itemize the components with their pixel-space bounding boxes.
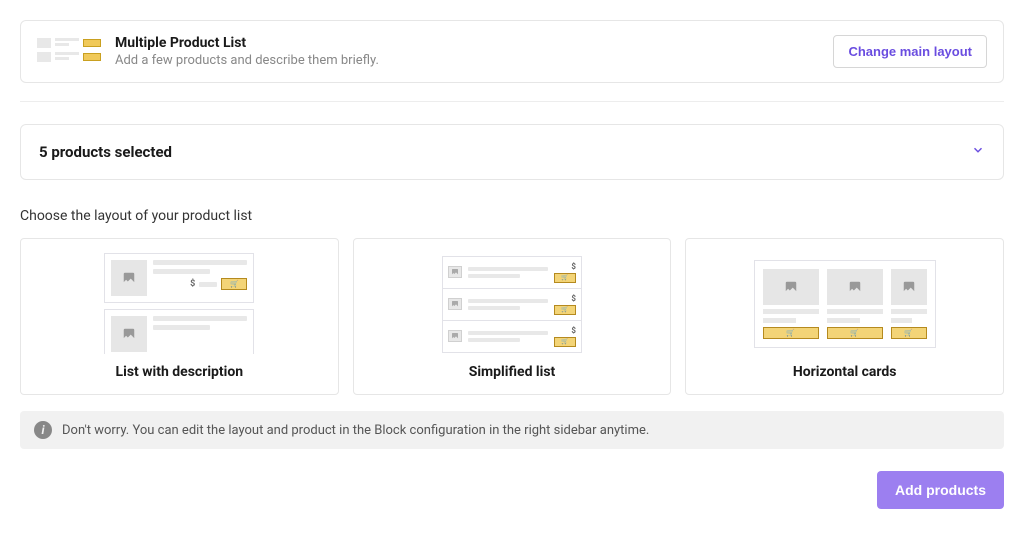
layout-header-text: Multiple Product List Add a few products… bbox=[115, 35, 819, 68]
image-placeholder-icon bbox=[827, 269, 883, 305]
info-icon: i bbox=[34, 421, 52, 439]
layout-option-name: Simplified list bbox=[469, 364, 556, 380]
image-placeholder-icon bbox=[111, 260, 147, 296]
chevron-down-icon bbox=[971, 143, 985, 161]
cart-button-icon: 🛒 bbox=[891, 327, 927, 339]
layout-option-simplified-list[interactable]: $ 🛒 $ 🛒 $ 🛒 Simplified list bbox=[353, 238, 672, 395]
layout-title: Multiple Product List bbox=[115, 35, 819, 51]
cart-button-icon: 🛒 bbox=[554, 337, 576, 347]
footer-actions: Add products bbox=[20, 471, 1004, 509]
info-banner: i Don't worry. You can edit the layout a… bbox=[20, 411, 1004, 449]
add-products-button[interactable]: Add products bbox=[877, 471, 1004, 509]
info-text: Don't worry. You can edit the layout and… bbox=[62, 423, 649, 438]
layout-header-card: Multiple Product List Add a few products… bbox=[20, 20, 1004, 83]
cart-button-icon: 🛒 bbox=[763, 327, 819, 339]
image-placeholder-icon bbox=[111, 316, 147, 352]
image-placeholder-icon bbox=[763, 269, 819, 305]
choose-layout-label: Choose the layout of your product list bbox=[20, 208, 1004, 224]
accordion-title: 5 products selected bbox=[39, 143, 172, 161]
cart-button-icon: 🛒 bbox=[554, 305, 576, 315]
layout-preview: $ 🛒 bbox=[31, 253, 328, 354]
divider bbox=[20, 101, 1004, 102]
price-icon: $ bbox=[571, 326, 576, 335]
layout-option-name: Horizontal cards bbox=[793, 364, 897, 380]
price-icon: $ bbox=[571, 294, 576, 303]
image-placeholder-icon bbox=[448, 266, 462, 278]
layout-description: Add a few products and describe them bri… bbox=[115, 53, 819, 68]
cart-button-icon: 🛒 bbox=[221, 278, 247, 290]
products-selected-accordion[interactable]: 5 products selected bbox=[20, 124, 1004, 180]
price-icon: $ bbox=[190, 279, 195, 289]
image-placeholder-icon bbox=[448, 330, 462, 342]
layout-option-list-with-description[interactable]: $ 🛒 List with description bbox=[20, 238, 339, 395]
image-placeholder-icon bbox=[448, 298, 462, 310]
cart-button-icon: 🛒 bbox=[827, 327, 883, 339]
layout-header-thumbnail bbox=[37, 38, 101, 66]
layout-option-horizontal-cards[interactable]: 🛒 🛒 🛒 Horizontal cards bbox=[685, 238, 1004, 395]
layout-preview: $ 🛒 $ 🛒 $ 🛒 bbox=[364, 253, 661, 354]
image-placeholder-icon bbox=[891, 269, 927, 305]
price-icon: $ bbox=[571, 262, 576, 271]
change-main-layout-button[interactable]: Change main layout bbox=[833, 35, 987, 68]
layout-options-row: $ 🛒 List with description bbox=[20, 238, 1004, 395]
layout-preview: 🛒 🛒 🛒 bbox=[696, 253, 993, 354]
cart-button-icon: 🛒 bbox=[554, 273, 576, 283]
layout-option-name: List with description bbox=[116, 364, 244, 380]
